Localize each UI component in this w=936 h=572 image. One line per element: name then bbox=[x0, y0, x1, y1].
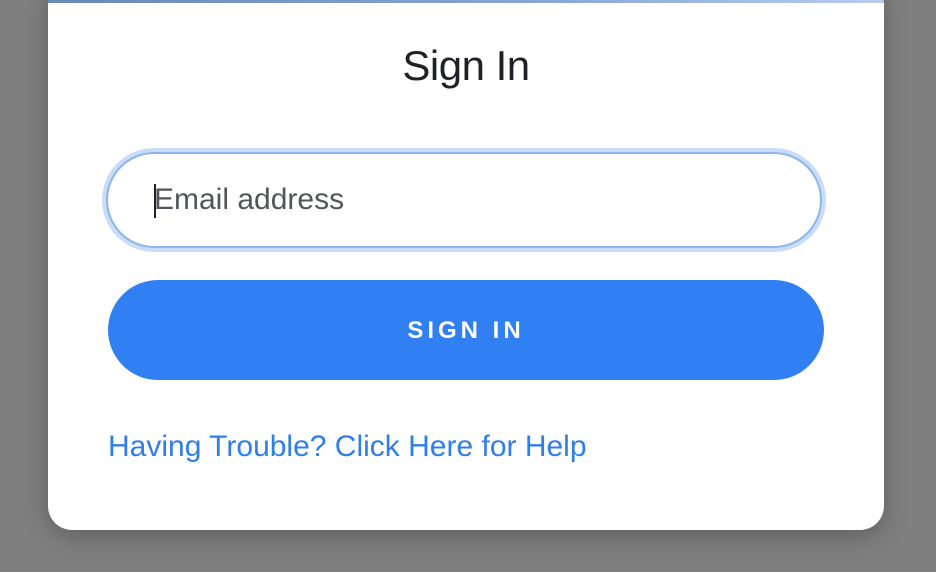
dialog-header-image bbox=[48, 0, 884, 3]
email-field[interactable] bbox=[154, 154, 774, 246]
sign-in-button[interactable]: SIGN IN bbox=[108, 280, 824, 380]
sign-in-dialog: Sign In SIGN IN Having Trouble? Click He… bbox=[48, 0, 884, 530]
text-caret bbox=[154, 184, 156, 218]
header-image-edge bbox=[48, 0, 884, 3]
help-link[interactable]: Having Trouble? Click Here for Help bbox=[108, 430, 587, 464]
email-field-wrapper[interactable] bbox=[106, 152, 822, 248]
page-title: Sign In bbox=[402, 42, 530, 89]
